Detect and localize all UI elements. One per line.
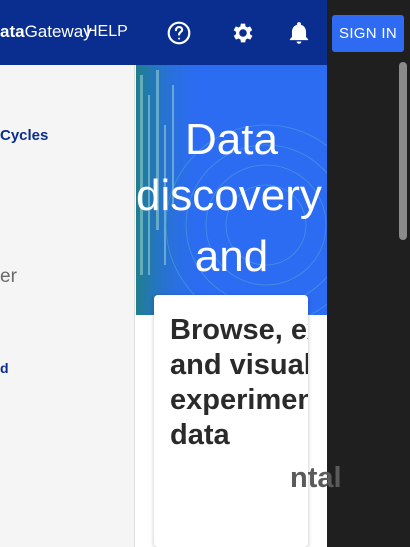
card-title: Browse, explore and visualize experiment…	[170, 314, 308, 451]
intro-card: Browse, explore and visualize experiment…	[154, 295, 308, 547]
hero-heading-line-2: discovery	[136, 171, 322, 220]
hero-heading-line-1: Data	[185, 115, 278, 164]
scrollbar-thumb[interactable]	[399, 62, 407, 240]
overlay-text: ntal	[290, 462, 342, 494]
bell-icon[interactable]	[286, 20, 312, 46]
drawer-item-cycles[interactable]: Cycles	[0, 127, 48, 144]
drawer-item-3[interactable]: d	[0, 360, 9, 376]
hero-banner: Data discovery and	[136, 65, 327, 315]
drawer-item-2[interactable]: er	[0, 266, 17, 288]
sign-in-button[interactable]: SIGN IN	[332, 15, 404, 52]
brand-bold-text: ata	[0, 22, 25, 41]
brand-rest-text: Gateway	[24, 22, 92, 41]
brand-logo[interactable]: ataGateway	[0, 22, 92, 42]
help-circle-icon[interactable]	[166, 20, 192, 46]
gear-icon[interactable]	[230, 20, 256, 46]
app-bar: ataGateway HELP	[0, 0, 327, 65]
hero-heading-line-3: and	[194, 232, 269, 281]
side-drawer: Cycles er d	[0, 65, 135, 547]
help-link[interactable]: HELP	[86, 23, 128, 41]
